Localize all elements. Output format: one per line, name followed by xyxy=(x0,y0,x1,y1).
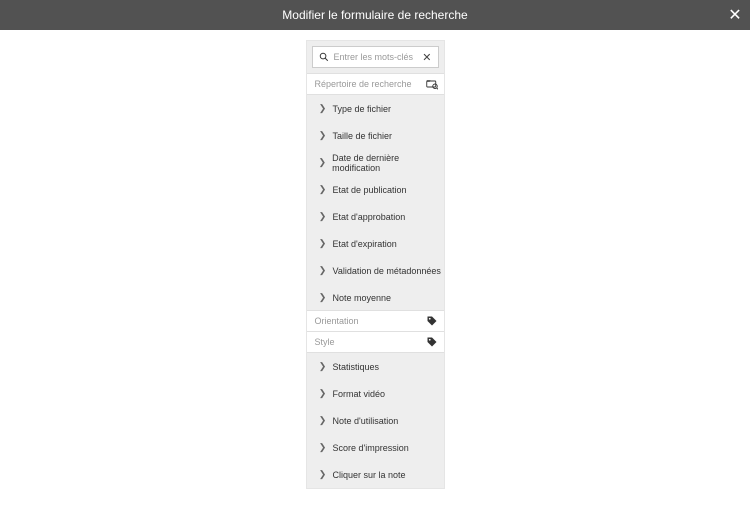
facet-expiry-status[interactable]: ❯ Etat d'expiration xyxy=(307,230,444,257)
search-directory-label: Répertoire de recherche xyxy=(315,79,426,89)
search-wrap: Entrer les mots-clés ✕ xyxy=(307,41,444,73)
facet-statistics[interactable]: ❯ Statistiques xyxy=(307,353,444,380)
dialog-header: Modifier le formulaire de recherche ✕ xyxy=(0,0,750,30)
chevron-right-icon: ❯ xyxy=(319,388,327,399)
search-directory-field[interactable]: Répertoire de recherche xyxy=(307,73,444,95)
close-icon: ✕ xyxy=(728,5,741,25)
facet-metadata-validation[interactable]: ❯ Validation de métadonnées xyxy=(307,257,444,284)
facet-impression-score[interactable]: ❯ Score d'impression xyxy=(307,434,444,461)
dialog-title: Modifier le formulaire de recherche xyxy=(282,8,467,22)
clear-search-icon[interactable]: ✕ xyxy=(422,51,431,64)
chevron-right-icon: ❯ xyxy=(319,130,327,141)
facet-publish-status[interactable]: ❯ Etat de publication xyxy=(307,176,444,203)
facet-last-modified[interactable]: ❯ Date de dernière modification xyxy=(307,149,444,176)
style-field[interactable]: Style xyxy=(307,331,444,353)
tag-icon[interactable] xyxy=(426,336,438,348)
search-icon xyxy=(319,52,329,62)
chevron-right-icon: ❯ xyxy=(319,211,327,222)
chevron-right-icon: ❯ xyxy=(319,238,327,249)
search-form-panel: Entrer les mots-clés ✕ Répertoire de rec… xyxy=(306,40,445,489)
keyword-search-input[interactable]: Entrer les mots-clés ✕ xyxy=(312,46,439,68)
chevron-right-icon: ❯ xyxy=(319,184,327,195)
facet-usage-score[interactable]: ❯ Note d'utilisation xyxy=(307,407,444,434)
chevron-right-icon: ❯ xyxy=(319,103,327,114)
facet-average-rating[interactable]: ❯ Note moyenne xyxy=(307,284,444,311)
facet-file-type[interactable]: ❯ Type de fichier xyxy=(307,95,444,122)
chevron-right-icon: ❯ xyxy=(319,157,327,168)
chevron-right-icon: ❯ xyxy=(319,415,327,426)
facet-video-format[interactable]: ❯ Format vidéo xyxy=(307,380,444,407)
chevron-right-icon: ❯ xyxy=(319,265,327,276)
browse-directory-icon[interactable] xyxy=(426,78,438,90)
close-button[interactable]: ✕ xyxy=(720,0,750,30)
search-placeholder: Entrer les mots-clés xyxy=(334,52,423,62)
orientation-field[interactable]: Orientation xyxy=(307,310,444,332)
chevron-right-icon: ❯ xyxy=(319,292,327,303)
chevron-right-icon: ❯ xyxy=(319,361,327,372)
facet-file-size[interactable]: ❯ Taille de fichier xyxy=(307,122,444,149)
chevron-right-icon: ❯ xyxy=(319,469,327,480)
facet-approval-status[interactable]: ❯ Etat d'approbation xyxy=(307,203,444,230)
chevron-right-icon: ❯ xyxy=(319,442,327,453)
orientation-label: Orientation xyxy=(315,316,426,326)
tag-icon[interactable] xyxy=(426,315,438,327)
facet-click-score[interactable]: ❯ Cliquer sur la note xyxy=(307,461,444,488)
style-label: Style xyxy=(315,337,426,347)
